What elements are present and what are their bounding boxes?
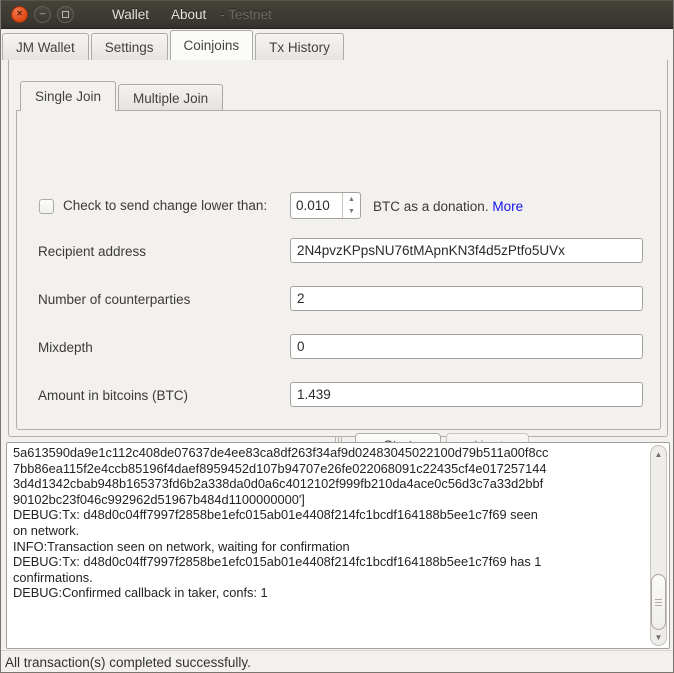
log-line: on network. xyxy=(13,523,645,539)
window-title: - Testnet xyxy=(220,7,272,22)
donation-checkbox[interactable] xyxy=(39,199,54,214)
mixdepth-input[interactable] xyxy=(290,334,643,359)
maximize-window-icon[interactable] xyxy=(57,6,74,23)
log-line: DEBUG:Confirmed callback in taker, confs… xyxy=(13,585,645,601)
log-line: confirmations. xyxy=(13,570,645,586)
minimize-window-icon[interactable]: – xyxy=(34,6,51,23)
recipient-address-label: Recipient address xyxy=(38,244,146,259)
spinner-up-icon[interactable]: ▲ xyxy=(343,193,360,206)
log-output[interactable]: 5a613590da9e1c112c408de07637de4ee83ca8df… xyxy=(6,442,670,649)
log-lines: 5a613590da9e1c112c408de07637de4ee83ca8df… xyxy=(13,445,645,601)
status-message: All transaction(s) completed successfull… xyxy=(5,655,251,670)
log-line: 5a613590da9e1c112c408de07637de4ee83ca8df… xyxy=(13,445,645,461)
amount-btc-label: Amount in bitcoins (BTC) xyxy=(38,388,188,403)
statusbar: All transaction(s) completed successfull… xyxy=(1,650,674,673)
scrollbar-thumb[interactable] xyxy=(651,574,666,630)
scroll-up-icon[interactable]: ▲ xyxy=(651,447,666,461)
counterparties-label: Number of counterparties xyxy=(38,292,190,307)
donation-amount-input[interactable] xyxy=(291,193,342,218)
coinjoins-pane: Single Join Multiple Join Check to send … xyxy=(8,60,668,437)
subtab-single-join[interactable]: Single Join xyxy=(20,81,116,111)
donation-more-link[interactable]: More xyxy=(492,199,523,214)
tab-coinjoins[interactable]: Coinjoins xyxy=(170,30,254,60)
close-window-icon[interactable]: × xyxy=(11,6,28,23)
log-line: 90102bc23f046c992962d51967b484d110000000… xyxy=(13,492,645,508)
mixdepth-label: Mixdepth xyxy=(38,340,93,355)
subtab-multiple-join[interactable]: Multiple Join xyxy=(118,84,223,111)
single-join-pane: Check to send change lower than: ▲ ▼ BTC… xyxy=(16,110,661,430)
log-line: INFO:Transaction seen on network, waitin… xyxy=(13,539,645,555)
donation-suffix-label: BTC as a donation. More xyxy=(373,199,523,214)
join-subtabbar: Single Join Multiple Join xyxy=(20,81,225,111)
donation-amount-spinner[interactable]: ▲ ▼ xyxy=(290,192,361,219)
recipient-address-input[interactable] xyxy=(290,238,643,263)
log-line: DEBUG:Tx: d48d0c04ff7997f2858be1efc015ab… xyxy=(13,507,645,523)
tab-tx-history[interactable]: Tx History xyxy=(255,33,344,60)
main-tabbar: JM Wallet Settings Coinjoins Tx History xyxy=(2,30,346,60)
titlebar: × – Wallet About - Testnet xyxy=(1,0,674,29)
donation-checkbox-label: Check to send change lower than: xyxy=(63,198,267,213)
menu-about[interactable]: About xyxy=(171,7,206,22)
log-line: DEBUG:Tx: d48d0c04ff7997f2858be1efc015ab… xyxy=(13,554,645,570)
tab-settings[interactable]: Settings xyxy=(91,33,168,60)
amount-btc-input[interactable] xyxy=(290,382,643,407)
menu-wallet[interactable]: Wallet xyxy=(112,7,149,22)
log-line: 3d4d1342cbab948b165373fd6b2a338da0d0a6c4… xyxy=(13,476,645,492)
menubar: Wallet About xyxy=(112,7,206,22)
scroll-down-icon[interactable]: ▼ xyxy=(651,630,666,644)
counterparties-input[interactable] xyxy=(290,286,643,311)
spinner-arrows[interactable]: ▲ ▼ xyxy=(342,193,360,218)
joinmarket-window: × – Wallet About - Testnet JM Wallet Set… xyxy=(0,0,674,673)
spinner-down-icon[interactable]: ▼ xyxy=(343,206,360,219)
log-line: 7bb86ea115f2e4ccb85196f4daef8959452d107b… xyxy=(13,461,645,477)
log-scrollbar[interactable]: ▲ ▼ xyxy=(650,445,667,646)
tab-jm-wallet[interactable]: JM Wallet xyxy=(2,33,89,60)
